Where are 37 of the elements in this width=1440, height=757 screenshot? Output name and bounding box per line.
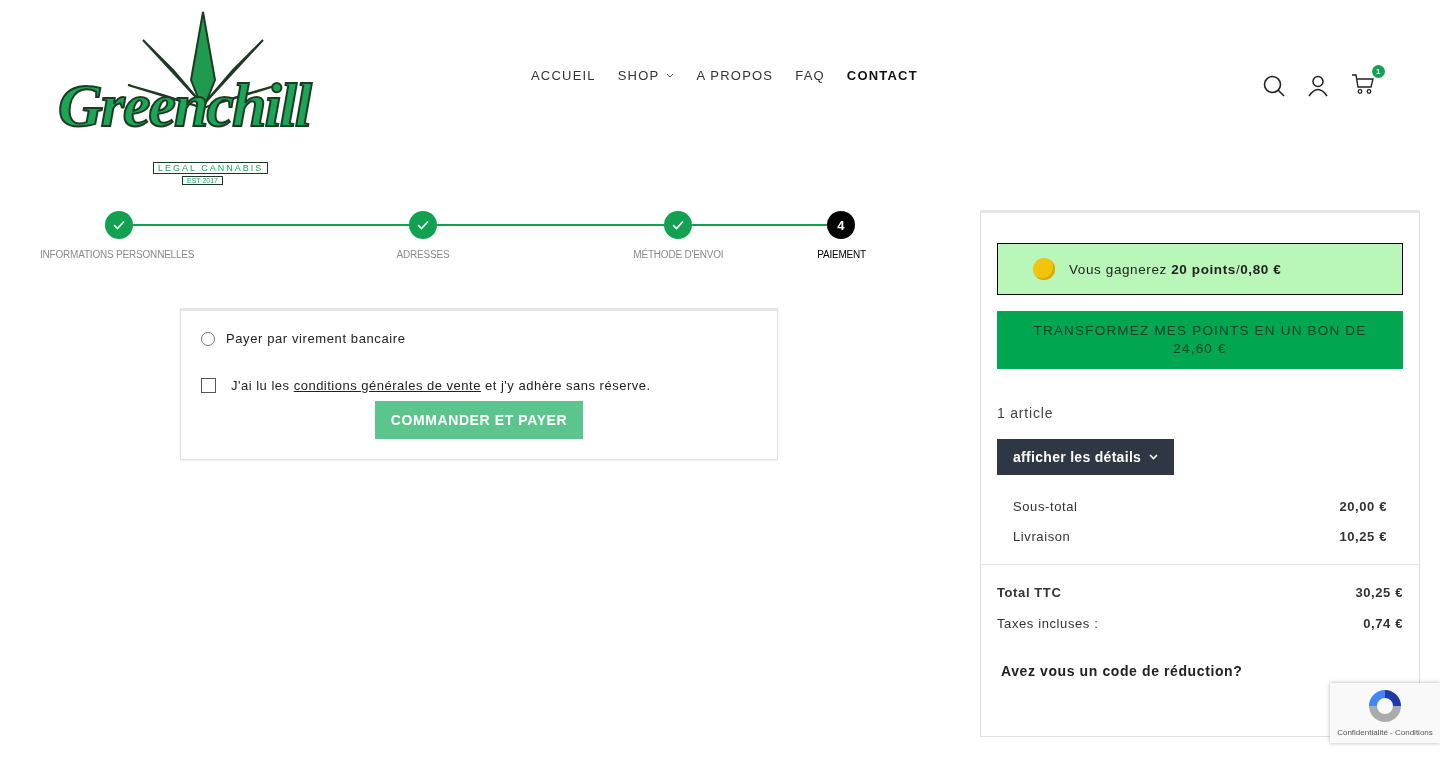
- summary-value: 20,00 €: [1339, 499, 1387, 514]
- recaptcha-icon: [1366, 687, 1404, 725]
- search-icon[interactable]: [1262, 75, 1285, 97]
- step-label[interactable]: ADRESSES: [396, 249, 450, 260]
- summary-label: Livraison: [1013, 529, 1071, 544]
- chevron-icon: [1149, 454, 1159, 460]
- nav-link[interactable]: A PROPOS: [696, 68, 774, 83]
- nav-link[interactable]: SHOP: [617, 68, 675, 83]
- discount-code-link[interactable]: Avez vous un code de réduction?: [997, 663, 1403, 679]
- step-label[interactable]: MÉTHODE D'ENVOI: [633, 249, 724, 260]
- nav-link[interactable]: CONTACT: [846, 68, 918, 83]
- payment-option-label[interactable]: Payer par virement bancaire: [226, 331, 406, 346]
- total-value: 30,25 €: [1355, 585, 1403, 600]
- summary-value: 10,25 €: [1339, 529, 1387, 544]
- article-count: 1 article: [997, 405, 1055, 421]
- step-number: 4: [827, 211, 855, 239]
- terms-text: J'ai lu les conditions générales de vente et j'y adhère sans réserve.: [231, 378, 651, 393]
- nav-link[interactable]: FAQ: [795, 68, 825, 83]
- total-label: Total TTC: [997, 585, 1062, 600]
- user-icon[interactable]: [1306, 75, 1329, 97]
- recaptcha-links[interactable]: Confidentialité - Conditions: [1337, 728, 1433, 737]
- step-label[interactable]: INFORMATIONS PERSONNELLES: [40, 249, 195, 260]
- cart-count-badge: 1: [1371, 65, 1385, 78]
- checkbox[interactable]: [201, 378, 216, 393]
- terms-link[interactable]: conditions générales de vente: [293, 378, 481, 393]
- total-value: 0,74 €: [1363, 616, 1403, 631]
- logo-wordmark: Greenchill: [58, 70, 311, 141]
- coin-icon: [1033, 258, 1055, 280]
- nav-link[interactable]: ACCUEIL: [531, 68, 596, 83]
- convert-points-button[interactable]: TRANSFORMEZ MES POINTS EN UN BON DE 24,60 €: [997, 311, 1403, 369]
- cart-icon[interactable]: [1350, 73, 1375, 95]
- points-text: Vous gagnerez 20 points/0,80 €: [1069, 261, 1282, 277]
- total-label: Taxes incluses :: [997, 616, 1099, 631]
- show-details-button[interactable]: afficher les détails: [997, 439, 1175, 475]
- summary-label: Sous-total: [1013, 499, 1078, 514]
- step-label[interactable]: PAIEMENT: [817, 249, 866, 260]
- logo-tagline: LEGAL CANNABIS: [153, 162, 269, 174]
